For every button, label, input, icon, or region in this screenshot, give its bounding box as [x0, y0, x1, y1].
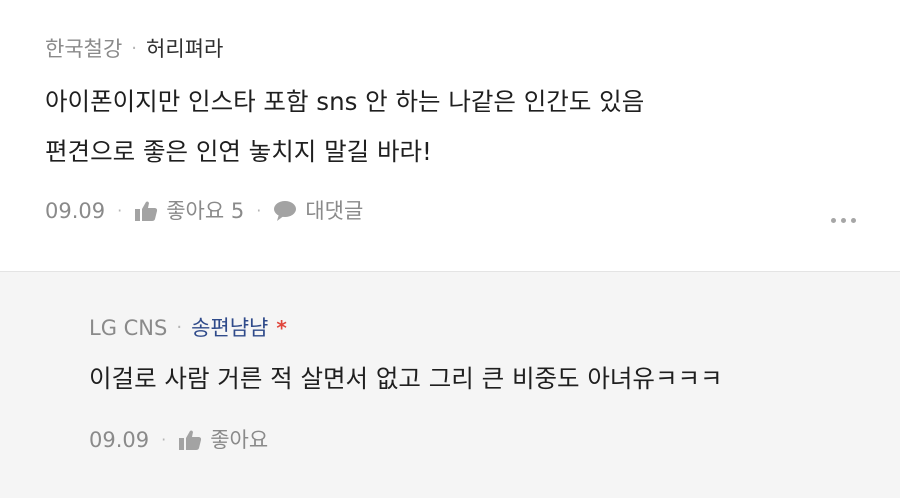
comment-footer: 09.09 · 좋아요: [89, 427, 268, 453]
like-label: 좋아요: [210, 428, 269, 452]
like-button[interactable]: 좋아요 5: [134, 198, 244, 224]
thumbs-up-icon: [179, 430, 202, 450]
comment-text: 이걸로 사람 거른 적 살면서 없고 그리 큰 비중도 아녀유ㅋㅋㅋ: [89, 354, 723, 404]
comment-line: 이걸로 사람 거른 적 살면서 없고 그리 큰 비중도 아녀유ㅋㅋㅋ: [89, 364, 723, 393]
reply-label: 대댓글: [305, 199, 364, 223]
comment-text: 아이폰이지만 인스타 포함 sns 안 하는 나같은 인간도 있음 편견으로 좋…: [45, 77, 644, 177]
comment-footer: 09.09 · 좋아요 5 · 대댓글: [45, 198, 363, 224]
more-dot: [841, 218, 846, 223]
more-dot: [831, 218, 836, 223]
speech-bubble-icon: [274, 201, 297, 221]
comment-date: 09.09: [89, 428, 150, 452]
company-name[interactable]: LG CNS: [89, 315, 167, 341]
footer-separator: ·: [117, 201, 123, 220]
more-options-icon[interactable]: [831, 214, 856, 227]
author-nickname[interactable]: 송편냠냠: [191, 315, 268, 341]
meta-separator: ·: [176, 317, 183, 338]
comment-item: 한국철강 · 허리펴라 아이폰이지만 인스타 포함 sns 안 하는 나같은 인…: [0, 0, 900, 272]
footer-separator: ·: [256, 201, 262, 220]
comment-line: 아이폰이지만 인스타 포함 sns 안 하는 나같은 인간도 있음: [45, 87, 645, 116]
comment-meta: 한국철강 · 허리펴라: [45, 36, 223, 62]
meta-separator: ·: [131, 38, 138, 59]
comment-date: 09.09: [45, 199, 106, 223]
comment-line: 편견으로 좋은 인연 놓치지 말길 바라!: [45, 137, 432, 166]
thumbs-up-icon: [135, 201, 158, 221]
author-nickname[interactable]: 허리펴라: [146, 36, 223, 62]
author-mark: *: [276, 316, 287, 340]
reply-item: LG CNS · 송편냠냠 * 이걸로 사람 거른 적 살면서 없고 그리 큰 …: [0, 272, 900, 498]
company-name[interactable]: 한국철강: [45, 36, 122, 62]
footer-separator: ·: [161, 430, 167, 449]
comment-meta: LG CNS · 송편냠냠 *: [89, 315, 287, 341]
like-label: 좋아요 5: [166, 199, 245, 223]
like-button[interactable]: 좋아요: [178, 427, 268, 453]
more-dot: [851, 218, 856, 223]
reply-button[interactable]: 대댓글: [273, 198, 363, 224]
